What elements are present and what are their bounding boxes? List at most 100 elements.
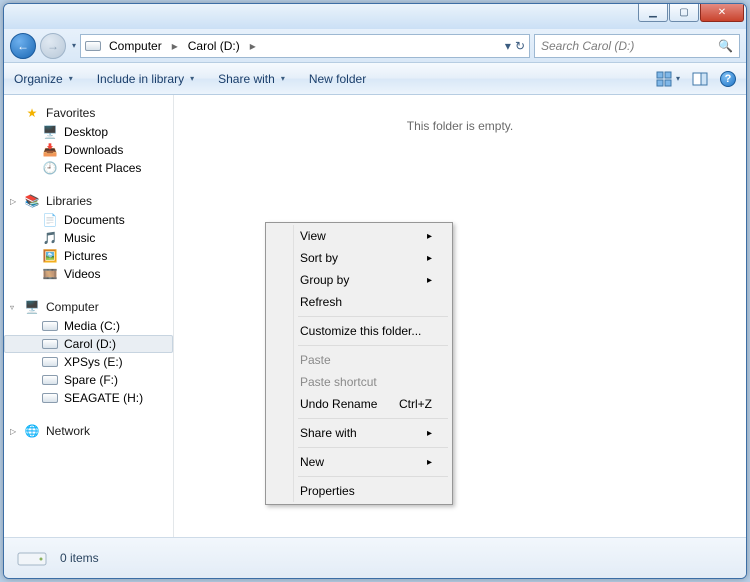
- sidebar-item-label: Music: [64, 231, 95, 245]
- close-icon: ✕: [718, 7, 726, 18]
- sidebar-item-carol-d[interactable]: Carol (D:): [4, 335, 173, 353]
- include-in-library-button[interactable]: Include in library▾: [97, 72, 194, 86]
- music-icon: 🎵: [42, 230, 58, 246]
- ctx-new[interactable]: New▸: [268, 451, 450, 473]
- help-button[interactable]: ?: [720, 71, 736, 87]
- ctx-pasteshort-label: Paste shortcut: [300, 375, 377, 389]
- sidebar-item-pictures[interactable]: 🖼️Pictures: [4, 247, 173, 265]
- explorer-window: ▁ ▢ ✕ ← → ▾ Computer ▸ Carol (D:) ▸ ▾ ↻ …: [3, 3, 747, 579]
- content-pane[interactable]: This folder is empty.: [174, 95, 746, 537]
- include-label: Include in library: [97, 72, 184, 86]
- videos-icon: 🎞️: [42, 266, 58, 282]
- sidebar-item-media-c[interactable]: Media (C:): [4, 317, 173, 335]
- address-dropdown-icon[interactable]: ▾: [505, 39, 511, 53]
- libraries-label: Libraries: [46, 194, 92, 208]
- ctx-separator: [298, 447, 448, 448]
- ctx-sort-label: Sort by: [300, 251, 338, 265]
- breadcrumb-sep-icon[interactable]: ▸: [170, 39, 180, 53]
- sidebar-item-videos[interactable]: 🎞️Videos: [4, 265, 173, 283]
- network-group[interactable]: 🌐Network: [4, 421, 173, 441]
- search-icon: 🔍: [718, 39, 733, 53]
- ctx-undo-rename[interactable]: Undo Rename Ctrl+Z: [268, 393, 450, 415]
- preview-pane-icon: [692, 71, 708, 87]
- desktop-icon: 🖥️: [42, 124, 58, 140]
- search-input[interactable]: Search Carol (D:) 🔍: [534, 34, 740, 58]
- back-arrow-icon: ←: [17, 39, 29, 53]
- organize-label: Organize: [14, 72, 63, 86]
- drive-icon: [42, 354, 58, 370]
- sidebar-item-downloads[interactable]: 📥Downloads: [4, 141, 173, 159]
- maximize-icon: ▢: [679, 7, 688, 18]
- ctx-sort-by[interactable]: Sort by ▸: [268, 247, 450, 269]
- chevron-down-icon: ▾: [281, 74, 285, 83]
- titlebar: ▁ ▢ ✕: [4, 4, 746, 29]
- ctx-separator: [298, 418, 448, 419]
- sidebar-item-label: SEAGATE (H:): [64, 391, 143, 405]
- maximize-button[interactable]: ▢: [669, 4, 699, 22]
- ctx-view[interactable]: View ▸: [268, 225, 450, 247]
- refresh-icon[interactable]: ↻: [515, 39, 525, 53]
- ctx-refresh[interactable]: Refresh: [268, 291, 450, 313]
- breadcrumb-sep-icon[interactable]: ▸: [248, 39, 258, 53]
- ctx-refresh-label: Refresh: [300, 295, 342, 309]
- star-icon: ★: [24, 105, 40, 121]
- ctx-new-label: New: [300, 455, 324, 469]
- sidebar-item-recent-places[interactable]: 🕘Recent Places: [4, 159, 173, 177]
- minimize-button[interactable]: ▁: [638, 4, 668, 22]
- drive-icon: [42, 336, 58, 352]
- computer-label: Computer: [46, 300, 99, 314]
- view-options-button[interactable]: [656, 71, 672, 87]
- address-bar[interactable]: Computer ▸ Carol (D:) ▸ ▾ ↻: [80, 34, 530, 58]
- newfolder-label: New folder: [309, 72, 366, 86]
- ctx-properties[interactable]: Properties: [268, 480, 450, 502]
- sidebar-item-spare-f[interactable]: Spare (F:): [4, 371, 173, 389]
- drive-icon: [42, 318, 58, 334]
- back-button[interactable]: ←: [10, 33, 36, 59]
- ctx-paste-shortcut: Paste shortcut: [268, 371, 450, 393]
- ctx-undo-shortcut: Ctrl+Z: [399, 397, 432, 411]
- share-with-button[interactable]: Share with▾: [218, 72, 285, 86]
- organize-button[interactable]: Organize ▾: [14, 72, 73, 86]
- chevron-down-icon[interactable]: ▾: [676, 74, 680, 83]
- history-dropdown-icon[interactable]: ▾: [72, 41, 76, 50]
- chevron-down-icon: ▾: [69, 74, 73, 83]
- ctx-customize[interactable]: Customize this folder...: [268, 320, 450, 342]
- sidebar-item-seagate-h[interactable]: SEAGATE (H:): [4, 389, 173, 407]
- sidebar-item-music[interactable]: 🎵 Music: [4, 229, 173, 247]
- empty-folder-label: This folder is empty.: [407, 119, 513, 133]
- minimize-icon: ▁: [649, 7, 657, 18]
- favorites-label: Favorites: [46, 106, 95, 120]
- sidebar-item-label: Documents: [64, 213, 125, 227]
- breadcrumb-current-label: Carol (D:): [188, 39, 240, 53]
- ctx-paste: Paste: [268, 349, 450, 371]
- sidebar-item-xpsys-e[interactable]: XPSys (E:): [4, 353, 173, 371]
- sidebar-item-label: Downloads: [64, 143, 123, 157]
- forward-arrow-icon: →: [47, 39, 59, 53]
- ctx-group-label: Group by: [300, 273, 349, 287]
- command-bar: Organize▾ Include in library▾ Share with…: [4, 63, 746, 95]
- submenu-arrow-icon: ▸: [427, 231, 432, 242]
- new-folder-button[interactable]: New folder: [309, 72, 366, 86]
- close-button[interactable]: ✕: [700, 4, 744, 22]
- sidebar-item-label: Carol (D:): [64, 337, 116, 351]
- ctx-group-by[interactable]: Group by▸: [268, 269, 450, 291]
- nav-pane: ★ Favorites 🖥️Desktop 📥Downloads 🕘Recent …: [4, 95, 174, 537]
- submenu-arrow-icon: ▸: [427, 253, 432, 264]
- breadcrumb-current[interactable]: Carol (D:): [184, 36, 244, 56]
- sidebar-item-desktop[interactable]: 🖥️Desktop: [4, 123, 173, 141]
- sidebar-item-label: Pictures: [64, 249, 107, 263]
- help-icon: ?: [725, 73, 732, 85]
- libraries-group[interactable]: 📚Libraries: [4, 191, 173, 211]
- forward-button[interactable]: →: [40, 33, 66, 59]
- favorites-group[interactable]: ★ Favorites: [4, 103, 173, 123]
- sidebar-item-documents[interactable]: 📄Documents: [4, 211, 173, 229]
- breadcrumb-root[interactable]: Computer: [105, 36, 166, 56]
- status-count: 0 items: [60, 551, 99, 565]
- ctx-share-with[interactable]: Share with▸: [268, 422, 450, 444]
- network-icon: 🌐: [24, 423, 40, 439]
- ctx-undo-label: Undo Rename: [300, 397, 377, 411]
- ctx-view-label: View: [300, 229, 326, 243]
- computer-group[interactable]: 🖥️Computer: [4, 297, 173, 317]
- preview-pane-button[interactable]: [692, 71, 708, 87]
- view-icon: [656, 71, 672, 87]
